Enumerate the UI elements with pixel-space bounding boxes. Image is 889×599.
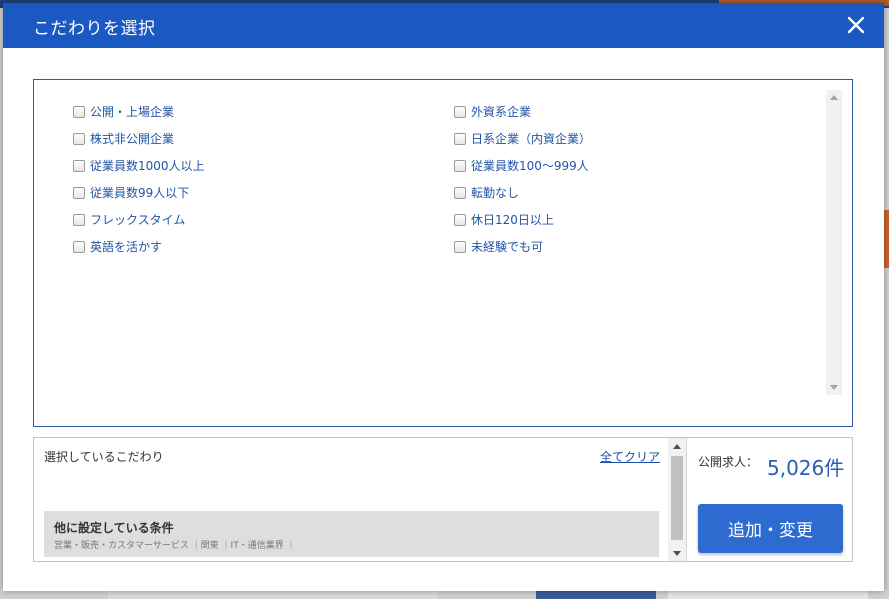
selected-title: 選択しているこだわり [44,450,164,464]
option-item[interactable]: 外資系企業 [454,98,813,125]
modal-title: こだわりを選択 [33,19,156,39]
option-label: 外資系企業 [471,105,532,119]
option-item[interactable]: フレックスタイム [73,206,454,233]
option-label: 従業員数99人以下 [90,186,190,200]
modal-header: こだわりを選択 [3,3,884,48]
option-label: フレックスタイム [90,213,186,227]
option-label: 日系企業（内資企業） [471,132,592,146]
option-label: 休日120日以上 [471,213,554,227]
option-item[interactable]: 未経験でも可 [454,233,813,260]
background-button [536,590,656,599]
option-item[interactable]: 従業員数99人以下 [73,179,454,206]
checkbox[interactable] [73,132,85,145]
clear-all-link[interactable]: 全てクリア [600,448,660,465]
option-label: 転勤なし [471,186,520,200]
scrollbar-thumb[interactable] [671,456,683,540]
other-conditions-box: 他に設定している条件 営業・販売・カスタマーサービス ｜関東 ｜IT・通信業界 … [44,511,659,557]
checkbox[interactable] [454,159,466,172]
selected-panel: 選択しているこだわり 全てクリア 他に設定している条件 営業・販売・カスタマーサ… [33,437,853,562]
option-item[interactable]: 転勤なし [454,179,813,206]
checkbox[interactable] [73,213,85,226]
option-label: 公開・上場企業 [90,105,175,119]
checkbox[interactable] [454,132,466,145]
checkbox[interactable] [73,159,85,172]
option-item[interactable]: 公開・上場企業 [73,98,454,125]
scroll-up-icon[interactable] [830,95,838,100]
options-list: 公開・上場企業 外資系企業 株式非公開企業 日系企業（内資企業） 従業員数100… [73,98,813,260]
option-label: 従業員数1000人以上 [90,159,205,173]
option-item[interactable]: 株式非公開企業 [73,125,454,152]
scroll-down-icon[interactable] [673,551,681,556]
option-item[interactable]: 従業員数100〜999人 [454,152,813,179]
preference-modal: こだわりを選択 公開・上場企業 外資系企業 株式非公開企業 日系企業（内資企業）… [3,3,884,591]
checkbox[interactable] [454,240,466,253]
selected-conditions-area: 選択しているこだわり 全てクリア 他に設定している条件 営業・販売・カスタマーサ… [34,438,686,561]
summary-area: 公開求人： 5,026件 追加・変更 [686,438,852,561]
other-conditions-title: 他に設定している条件 [54,521,174,535]
checkbox[interactable] [454,105,466,118]
option-item[interactable]: 従業員数1000人以上 [73,152,454,179]
option-label: 未経験でも可 [471,240,544,254]
checkbox[interactable] [73,240,85,253]
option-label: 従業員数100〜999人 [471,159,589,173]
checkbox[interactable] [454,213,466,226]
other-conditions-list: 営業・販売・カスタマーサービス ｜関東 ｜IT・通信業界 ｜ [54,541,296,551]
scroll-down-icon[interactable] [830,385,838,390]
option-item[interactable]: 休日120日以上 [454,206,813,233]
options-scrollbar[interactable] [826,90,842,395]
job-count-label: 公開求人： [698,455,759,469]
options-panel: 公開・上場企業 外資系企業 株式非公開企業 日系企業（内資企業） 従業員数100… [33,79,853,427]
selected-scrollbar[interactable] [668,438,686,561]
option-item[interactable]: 日系企業（内資企業） [454,125,813,152]
checkbox[interactable] [73,105,85,118]
checkbox[interactable] [454,186,466,199]
close-button[interactable] [844,13,868,37]
close-icon [847,16,865,34]
add-change-button[interactable]: 追加・変更 [698,504,843,553]
option-label: 英語を活かす [90,240,163,254]
checkbox[interactable] [73,186,85,199]
option-item[interactable]: 英語を活かす [73,233,454,260]
option-label: 株式非公開企業 [90,132,175,146]
job-count-value: 5,026件 [767,456,845,480]
scroll-up-icon[interactable] [673,444,681,449]
